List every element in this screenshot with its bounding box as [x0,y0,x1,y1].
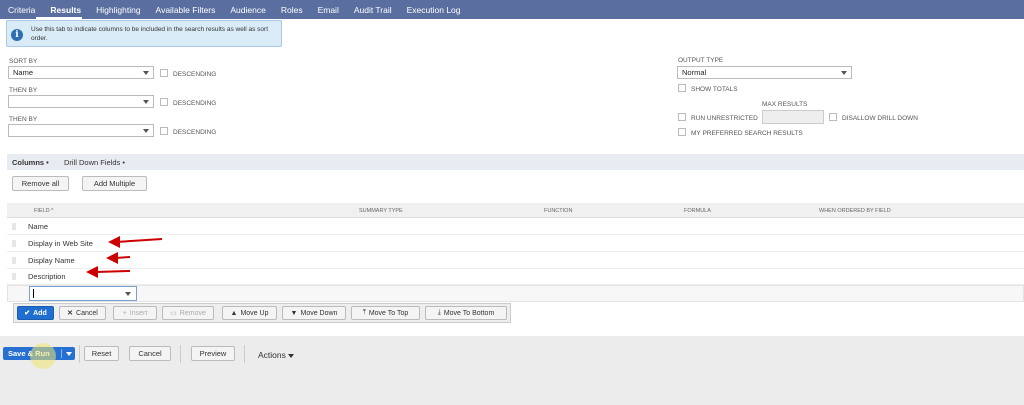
footer-divider [180,345,181,363]
move-down-label: Move Down [300,309,338,317]
split-divider [61,349,62,358]
trash-icon: ▭ [170,310,177,317]
cancel-label: Cancel [76,309,98,317]
chevron-down-icon [287,353,294,358]
new-row-editor [7,285,1024,302]
move-to-bottom-label: Move To Bottom [443,309,495,317]
actions-menu[interactable]: Actions [258,350,294,360]
close-icon: ✕ [67,310,74,317]
arrow-bottom-icon: ⤓ [437,309,441,316]
move-to-top-label: Move To Top [368,309,409,317]
check-icon: ✔ [24,310,31,317]
chevron-down-icon [125,292,131,296]
insert-icon: + [122,309,127,317]
save-and-run-button[interactable]: Save & Run [3,347,75,360]
insert-row-button[interactable]: + Insert [113,306,157,320]
insert-label: Insert [129,309,148,317]
actions-label: Actions [258,350,286,360]
move-up-button[interactable]: ▲ Move Up [222,306,277,320]
arrow-top-icon: ⤒ [362,309,366,316]
preview-button[interactable]: Preview [191,346,235,361]
add-label: Add [33,309,47,317]
cancel-row-button[interactable]: ✕ Cancel [59,306,106,320]
move-down-button[interactable]: ▼ Move Down [282,306,346,320]
field-select[interactable] [29,286,137,301]
text-cursor [33,289,34,298]
arrow-up-icon: ▲ [230,309,238,317]
footer-divider [79,345,80,363]
footer-divider [244,345,245,363]
chevron-down-icon[interactable] [66,352,72,356]
move-up-label: Move Up [240,309,269,317]
cancel-button[interactable]: Cancel [129,346,171,361]
add-row-button[interactable]: ✔ Add [17,306,54,320]
move-to-top-button[interactable]: ⤒ Move To Top [351,306,420,320]
arrow-down-icon: ▼ [290,309,298,317]
save-and-run-label: Save & Run [8,349,50,358]
remove-row-button[interactable]: ▭ Remove [162,306,214,320]
reset-button[interactable]: Reset [84,346,119,361]
remove-label: Remove [179,309,206,317]
move-to-bottom-button[interactable]: ⤓ Move To Bottom [425,306,507,320]
